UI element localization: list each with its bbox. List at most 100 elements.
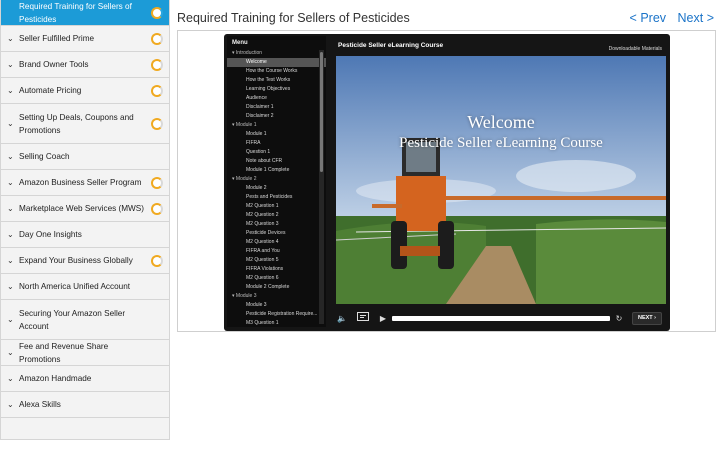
chevron-down-icon: ⌄ [7,315,14,324]
sidebar-item[interactable]: ⌄ Marketplace Web Services (MWS) [1,196,169,222]
menu-item[interactable]: Module 2 Complete [227,283,326,292]
menu-item[interactable]: FIFRA Violations [227,265,326,274]
menu-section[interactable]: ▾ Introduction [227,49,326,58]
sidebar-item-label: Setting Up Deals, Coupons and Promotions [19,112,134,135]
sidebar-item-label: Day One Insights [19,230,82,239]
sidebar-item[interactable]: ⌄ Fee and Revenue Share Promotions [1,340,169,366]
sidebar-item[interactable]: ⌄ Alexa Skills [1,392,169,418]
chevron-down-icon: ⌄ [7,178,14,187]
menu-item[interactable]: Pesticide Registration Require... [227,310,326,319]
menu-item[interactable]: M2 Question 1 [227,202,326,211]
sidebar-item-label: Amazon Handmade [19,374,92,383]
tractor-field-image [336,56,666,304]
menu-item[interactable]: Module 3 [227,301,326,310]
volume-icon[interactable]: 🔈 [336,312,348,325]
pager: < Prev Next > [622,11,714,25]
menu-item-label: M2 Question 5 [246,257,279,263]
menu-item-label: Pesticide Devices [246,230,286,236]
sidebar-item-label: Marketplace Web Services (MWS) [19,204,144,213]
sidebar-item[interactable]: ⌄ Day One Insights [1,222,169,248]
chevron-down-icon: ⌄ [7,152,14,161]
menu-item-label: FIFRA Violations [246,266,284,272]
sidebar-item-label: Selling Coach [19,152,70,161]
menu-item-label: Introduction [235,50,263,56]
menu-item[interactable]: Learning Objectives [227,85,326,94]
sidebar-item[interactable]: ⌄ Expand Your Business Globally [1,248,169,274]
sidebar-item[interactable]: ⌄ Automate Pricing [1,78,169,104]
play-icon[interactable]: ▶ [378,312,388,325]
menu-item[interactable]: Disclaimer 1 [227,103,326,112]
menu-item[interactable]: FIFRA [227,139,326,148]
next-link[interactable]: Next > [678,11,714,25]
progress-ring-icon [151,32,163,45]
menu-item[interactable]: FIFRA and You [227,247,326,256]
sidebar-item[interactable]: Required Training for Sellers of Pestici… [1,0,169,26]
menu-item[interactable]: M2 Question 6 [227,274,326,283]
menu-item-label: Welcome [246,59,267,65]
menu-section[interactable]: ▾ Module 2 [227,175,326,184]
sidebar-item-label: Brand Owner Tools [19,60,89,69]
menu-item[interactable]: Pests and Pesticides [227,193,326,202]
replay-icon[interactable]: ↻ [614,312,624,325]
menu-item[interactable]: How the Test Works [227,76,326,85]
chevron-down-icon: ⌄ [7,256,14,265]
player-next-label: NEXT [637,315,653,321]
menu-item[interactable]: Module 2 [227,184,326,193]
chevron-down-icon: ⌄ [7,282,14,291]
menu-section[interactable]: ▾ Module 1 [227,121,326,130]
menu-item[interactable]: M2 Question 2 [227,211,326,220]
progress-ring-icon [151,58,163,71]
menu-item-label: M2 Question 6 [246,275,279,281]
slide-course-heading: Pesticide Seller eLearning Course [399,135,603,151]
slide-welcome-heading: Welcome [467,112,535,132]
menu-item[interactable]: Audience [227,94,326,103]
captions-glyph [357,312,369,321]
menu-item[interactable]: Question 1 [227,148,326,157]
menu-item-label: Module 2 [246,185,267,191]
menu-item[interactable]: Module 1 Complete [227,166,326,175]
player-next-button[interactable]: NEXT › [632,312,662,325]
sidebar-item[interactable]: ⌄ North America Unified Account [1,274,169,300]
menu-scrollbar[interactable] [319,50,324,324]
seek-bar[interactable] [392,316,610,321]
downloadable-materials-link[interactable]: Downloadable Materials [609,46,662,52]
menu-item[interactable]: How the Course Works [227,67,326,76]
menu-item-label: FIFRA [246,140,261,146]
menu-item-label: Module 2 Complete [246,284,290,290]
sidebar-item[interactable]: ⌄ Setting Up Deals, Coupons and Promotion… [1,104,169,144]
progress-ring-icon [151,176,163,189]
sidebar-item-label: Alexa Skills [19,400,61,409]
menu-item[interactable]: M2 Question 4 [227,238,326,247]
menu-item-label: Module 1 [246,131,267,137]
chevron-down-icon: ⌄ [7,86,14,95]
menu-item[interactable]: Note about CFR [227,157,326,166]
menu-item[interactable]: Module 1 [227,130,326,139]
menu-item-label: M2 Question 2 [246,212,279,218]
menu-item[interactable]: Pesticide Devices [227,229,326,238]
chevron-down-icon: ⌄ [7,348,14,357]
menu-item[interactable]: Disclaimer 2 [227,112,326,121]
menu-item-label: M3 Question 1 [246,320,279,326]
menu-item[interactable]: Welcome [227,58,326,67]
progress-ring-icon [151,117,163,130]
chevron-down-icon: ⌄ [7,374,14,383]
sidebar-item[interactable]: ⌄ Amazon Handmade [1,366,169,392]
menu-item[interactable]: M3 Question 1 [227,319,326,327]
menu-scrollbar-thumb[interactable] [320,52,323,172]
sidebar-item[interactable]: ⌄ Seller Fulfilled Prime [1,26,169,52]
sidebar-item[interactable]: ⌄ Brand Owner Tools [1,52,169,78]
progress-ring-icon [151,84,163,97]
chevron-down-icon: ⌄ [7,34,14,43]
sidebar-item[interactable]: ⌄ Selling Coach [1,144,169,170]
progress-ring-icon [151,202,163,215]
sidebar-item-label: Fee and Revenue Share Promotions [19,341,109,364]
captions-icon[interactable] [356,312,370,325]
menu-item[interactable]: M2 Question 5 [227,256,326,265]
sidebar-item-label: Seller Fulfilled Prime [19,34,95,43]
menu-item[interactable]: M2 Question 3 [227,220,326,229]
menu-item-label: Disclaimer 2 [246,113,274,119]
sidebar-item[interactable]: ⌄ Securing Your Amazon Seller Account [1,300,169,340]
prev-link[interactable]: < Prev [630,11,666,25]
sidebar-item[interactable]: ⌄ Amazon Business Seller Program [1,170,169,196]
menu-section[interactable]: ▾ Module 3 [227,292,326,301]
